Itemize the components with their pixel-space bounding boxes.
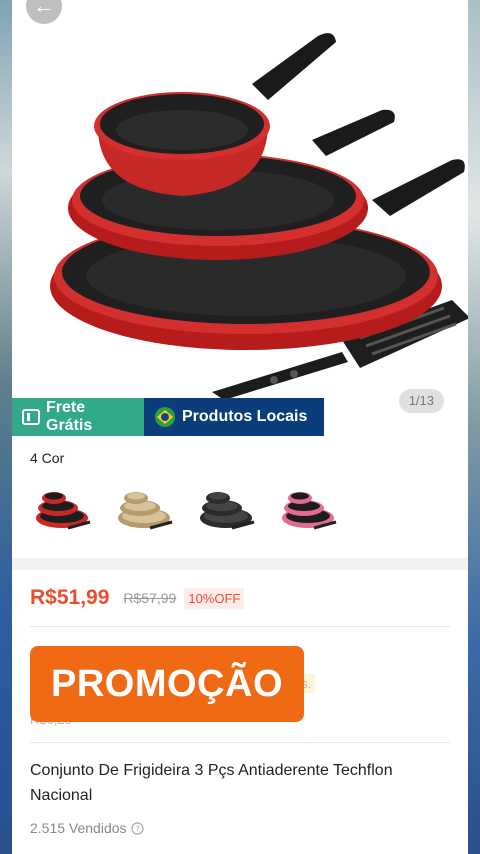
color-count-label: 4 Cor xyxy=(30,450,65,466)
info-icon[interactable]: ? xyxy=(130,821,144,835)
section-divider xyxy=(12,558,468,570)
sold-count-label: 2.515 Vendidos xyxy=(30,820,127,836)
free-shipping-badge: Frete Grátis xyxy=(12,398,144,436)
variant-gold-option[interactable] xyxy=(114,478,176,540)
variant-red-option[interactable] xyxy=(32,478,94,540)
image-counter: 1/13 xyxy=(398,389,444,413)
local-products-badge: Produtos Locais xyxy=(144,398,324,436)
price-row: R$51,99 R$57,99 10%OFF xyxy=(30,586,245,610)
product-page: ← 1/13 Frete Grátis Produtos Locais 4 Co… xyxy=(12,0,468,854)
background-right-strip xyxy=(468,0,480,854)
free-shipping-label: Frete Grátis xyxy=(46,399,93,434)
shipping-badges: Frete Grátis Produtos Locais xyxy=(12,398,324,436)
color-variants: 4 Cor xyxy=(12,440,468,558)
shipping-icon xyxy=(22,409,40,425)
current-price: R$51,99 xyxy=(30,586,110,609)
variant-black-option[interactable] xyxy=(196,478,258,540)
promo-banner[interactable]: PROMOÇÃO xyxy=(30,646,304,722)
product-image-gallery[interactable]: ← 1/13 xyxy=(12,0,468,440)
product-title: Conjunto De Frigideira 3 Pçs Antiaderent… xyxy=(30,762,393,804)
arrow-left-icon: ← xyxy=(33,0,55,18)
svg-text:?: ? xyxy=(135,824,139,833)
divider xyxy=(30,742,450,743)
background-left-strip xyxy=(0,0,12,854)
product-image xyxy=(50,33,468,400)
sold-count: 2.515 Vendidos ? xyxy=(30,820,144,836)
divider xyxy=(30,626,450,627)
brazil-flag-icon xyxy=(154,406,176,428)
original-price: R$57,99 xyxy=(123,590,177,606)
local-products-label: Produtos Locais xyxy=(182,408,308,425)
variant-pink-option[interactable] xyxy=(278,478,340,540)
variant-list xyxy=(32,478,340,540)
discount-badge: 10%OFF xyxy=(184,587,245,609)
